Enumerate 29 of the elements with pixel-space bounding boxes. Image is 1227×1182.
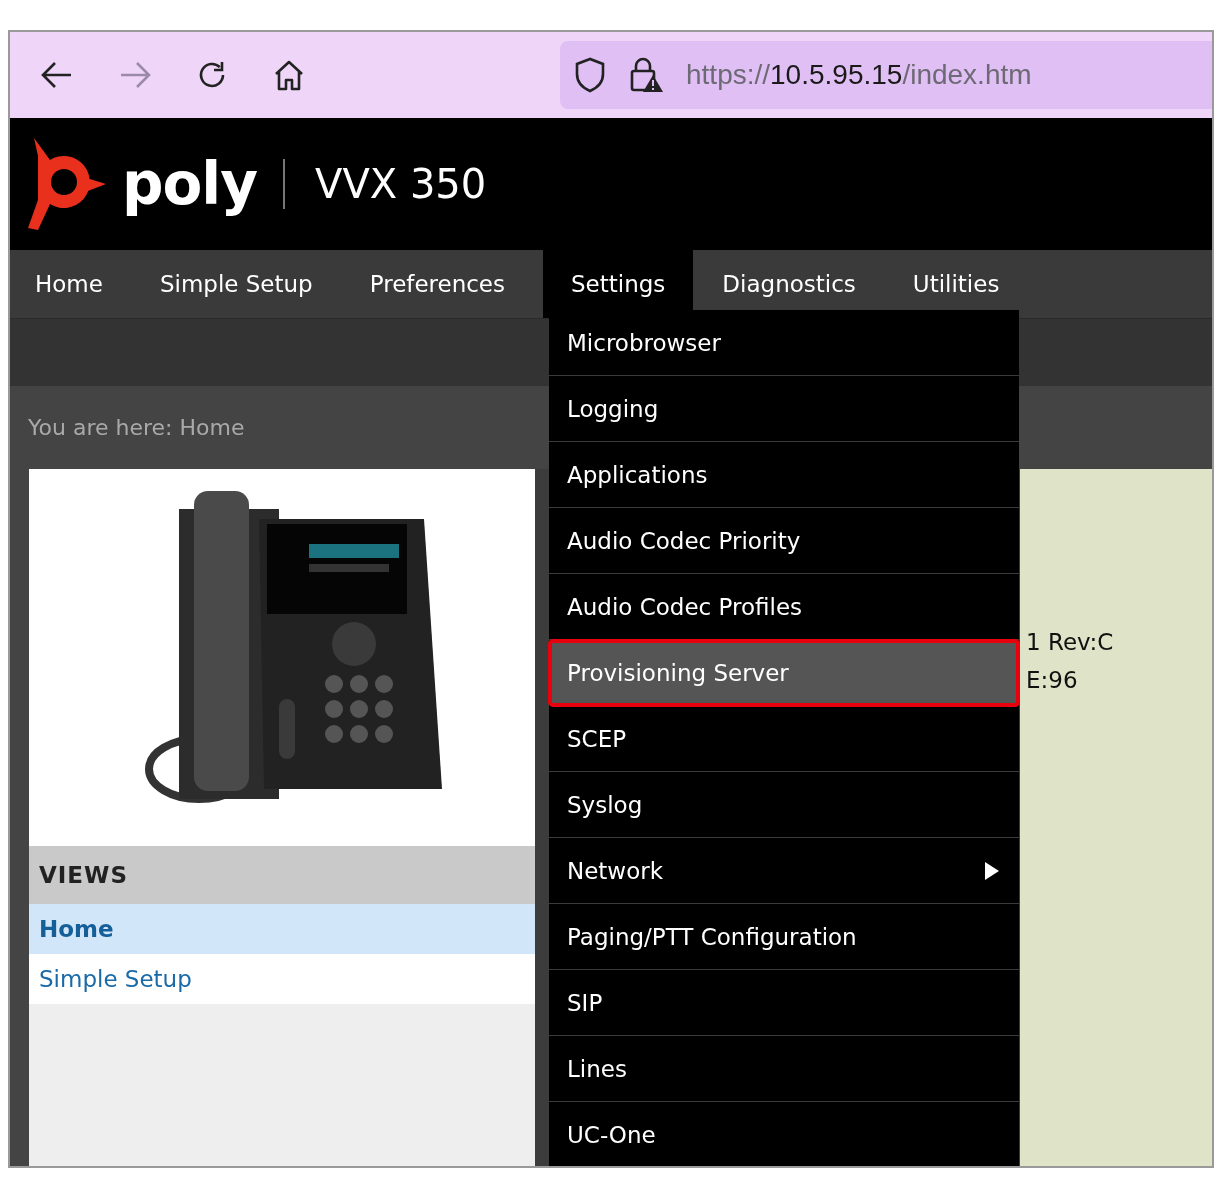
- shield-icon[interactable]: [574, 57, 606, 93]
- menu-item[interactable]: Applications: [549, 442, 1019, 508]
- lock-warning-icon[interactable]: [628, 57, 664, 93]
- menu-item[interactable]: UC-One: [549, 1102, 1019, 1166]
- logo-text: poly: [122, 150, 258, 218]
- view-link[interactable]: Home: [29, 904, 535, 954]
- menu-item[interactable]: Network: [549, 838, 1019, 904]
- menu-item[interactable]: Audio Codec Priority: [549, 508, 1019, 574]
- info-text: E:96: [1026, 667, 1079, 693]
- url-text[interactable]: https://10.5.95.15/index.htm: [686, 59, 1032, 91]
- nav-tab[interactable]: Simple Setup: [140, 250, 341, 318]
- menu-item[interactable]: Paging/PTT Configuration: [549, 904, 1019, 970]
- nav-tab[interactable]: Home: [16, 250, 131, 318]
- back-icon[interactable]: [40, 60, 74, 90]
- info-text: 1 Rev:C: [1026, 629, 1115, 655]
- view-link[interactable]: Simple Setup: [29, 954, 535, 1004]
- menu-item[interactable]: Provisioning Server: [549, 640, 1019, 706]
- nav-tab[interactable]: Preferences: [350, 250, 533, 318]
- submenu-arrow-icon: [985, 861, 999, 880]
- views-title: VIEWS: [39, 862, 128, 888]
- menu-item[interactable]: Syslog: [549, 772, 1019, 838]
- menu-item[interactable]: SIP: [549, 970, 1019, 1036]
- model-title: VVX 350: [315, 161, 487, 207]
- menu-item[interactable]: SCEP: [549, 706, 1019, 772]
- breadcrumb: You are here: Home: [28, 415, 245, 440]
- menu-item[interactable]: Logging: [549, 376, 1019, 442]
- menu-item[interactable]: Microbrowser: [549, 310, 1019, 376]
- menu-item[interactable]: Lines: [549, 1036, 1019, 1102]
- address-bar[interactable]: https://10.5.95.15/index.htm: [560, 41, 1212, 109]
